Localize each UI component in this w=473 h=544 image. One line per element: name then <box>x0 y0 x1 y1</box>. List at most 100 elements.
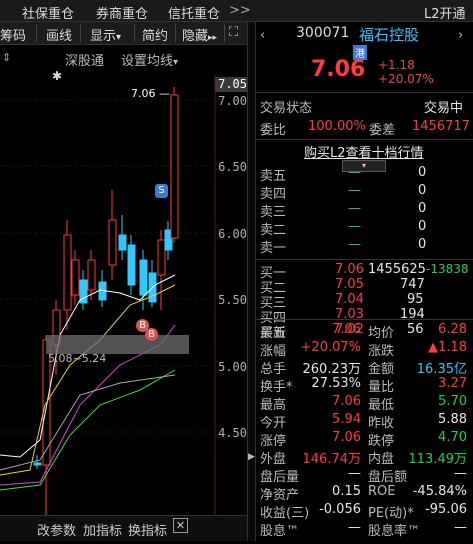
draw-line-button[interactable]: 画线 <box>46 25 72 44</box>
weicha-label: 委差 <box>369 123 396 138</box>
weibi-label: 委比 <box>260 123 287 138</box>
order-ratio-row: 委比 100.00% 委差 1456717 <box>256 118 473 138</box>
ask-price: — <box>348 165 361 180</box>
bid-delta: -13838 <box>426 262 469 276</box>
stat-value: 6.28 <box>438 322 467 337</box>
date-range-label: 5.08~5.24 <box>48 352 107 365</box>
candle-body <box>170 94 179 239</box>
ask-price: — <box>348 219 361 234</box>
y-label: 7.00 <box>218 94 247 108</box>
bid-volume: 95 <box>407 292 424 307</box>
simple-button[interactable]: 简约 <box>142 25 168 44</box>
price-change: +1.18 <box>378 58 415 72</box>
stat-row: 今开 5.94 昨收 5.88 <box>256 411 473 431</box>
stat-value: — <box>454 466 467 481</box>
ask-row: 卖三 — 0 <box>256 200 473 220</box>
price-change-pct: +20.07% <box>378 72 434 86</box>
current-price: 7.06 <box>311 57 366 82</box>
tab-trust[interactable]: 信托重仓 <box>168 3 220 22</box>
stat-label: 股息™ <box>260 524 300 539</box>
stat-value: -45.84% <box>412 484 467 499</box>
candle-body <box>127 244 136 286</box>
y-label: 5.50 <box>218 293 247 307</box>
stat-row: 收益(三) -0.056 PE(动)* -95.06 <box>256 501 473 521</box>
ask-row: 卖一 — 0 <box>256 236 473 256</box>
stat-label: ROE <box>368 484 396 499</box>
stat-row: 涨幅 +20.07% 涨跌 ▲1.18 <box>256 339 473 359</box>
stat-value: 27.53% <box>311 376 361 391</box>
candle-body <box>87 259 96 291</box>
stat-value: 7.06 <box>332 322 361 337</box>
chart-canvas <box>0 75 216 515</box>
switch-indicator-button[interactable]: 换指标 <box>128 520 167 539</box>
stat-value: — <box>454 520 467 535</box>
add-indicator-button[interactable]: 加指标 <box>83 520 122 539</box>
stat-row: 总手 260.23万 金额 16.35亿 <box>256 357 473 377</box>
close-icon[interactable]: ✕ <box>173 518 188 533</box>
stock-name: 福石控股 <box>359 26 420 44</box>
stat-value: ▲1.18 <box>428 340 467 355</box>
tab-social-security[interactable]: 社保重仓 <box>22 3 74 22</box>
ma-line-60 <box>0 369 176 491</box>
buy-signal-marker[interactable]: B <box>145 328 158 341</box>
y-label: 4.50 <box>218 426 247 440</box>
max-price-label: 7.06 <box>131 87 156 100</box>
chart-toolbar: 筹码 画线 显示▾ 简约 隐藏▸▸ ⛶ <box>0 22 251 45</box>
y-label: 6.00 <box>218 227 247 241</box>
double-chevron-icon: ▸▸ <box>208 33 218 43</box>
status-value: 交易中 <box>424 101 464 116</box>
indicator-bar: 改参数 加指标 换指标 ✕ <box>0 515 251 541</box>
more-tabs-icon[interactable]: >> <box>229 3 251 18</box>
bid-price: 7.05 <box>335 277 364 292</box>
y-label: 5.00 <box>218 360 247 374</box>
buy-l2-link[interactable]: 购买L2查看十档行情 <box>304 142 424 161</box>
l2-open-link[interactable]: L2开通 <box>424 3 466 22</box>
candle-body <box>139 259 148 296</box>
kline-chart[interactable]: ⇕ 深股通 设置均线▾ ✱ 7.05 7.00 6.50 6.00 5.50 5… <box>0 45 251 544</box>
ask-row: 卖四 — 0 <box>256 182 473 202</box>
candle-body <box>157 239 166 276</box>
weibi-value: 100.00% <box>308 119 366 134</box>
status-label: 交易状态 <box>260 101 313 116</box>
stat-row: 外盘 146.74万 内盘 113.49万 <box>256 447 473 467</box>
stat-value: -0.056 <box>319 502 361 517</box>
stat-value: — <box>348 520 361 535</box>
expand-icon[interactable]: ⛶ <box>229 25 238 40</box>
bid-volume: 747 <box>400 277 425 292</box>
display-label: 显示 <box>90 29 117 44</box>
edit-params-button[interactable]: 改参数 <box>37 520 76 539</box>
stat-value: 5.88 <box>438 412 467 427</box>
ask-volume: 0 <box>418 183 427 198</box>
weicha-value: 1456717 <box>412 119 470 134</box>
panel-divider[interactable]: ▶ <box>247 22 256 541</box>
bid-price: 7.06 <box>335 262 364 277</box>
ask-volume: 0 <box>418 219 427 234</box>
sell-signal-marker[interactable]: S <box>155 184 168 198</box>
ma-line-10 <box>0 284 176 476</box>
ask-price: — <box>348 237 361 252</box>
prev-stock-icon[interactable]: ‹ <box>260 28 265 43</box>
stat-row: 最新 7.06 均价 6.28 <box>256 321 473 341</box>
ask-price: — <box>348 201 361 216</box>
ask-row: 卖二 — 0 <box>256 218 473 238</box>
ask-volume: 0 <box>418 201 427 216</box>
chevron-down-icon: ▾ <box>116 32 122 43</box>
stat-value: 3.27 <box>438 376 467 391</box>
candle-body <box>108 219 117 266</box>
bid-price: 7.04 <box>335 292 364 307</box>
max-price-marker: 7.06 — <box>131 87 170 100</box>
tab-broker[interactable]: 券商重仓 <box>96 3 148 22</box>
candle-body <box>33 462 42 466</box>
stat-row: 最高 7.06 最低 5.70 <box>256 393 473 413</box>
candle-body <box>63 234 72 311</box>
stat-row: 涨停 7.06 跌停 4.70 <box>256 429 473 449</box>
y-label: 7.05 <box>218 77 247 91</box>
trade-status-row: 交易状态 交易中 <box>256 96 473 116</box>
chip-button[interactable]: 筹码 <box>0 25 26 44</box>
stat-row: 股息™ — 股息率™ — <box>256 519 473 539</box>
next-stock-icon[interactable]: › <box>458 28 463 43</box>
stat-value: 7.06 <box>332 430 361 445</box>
hide-button[interactable]: 隐藏▸▸ <box>182 25 217 44</box>
collapse-arrow-icon[interactable]: ▶ <box>248 452 255 462</box>
display-button[interactable]: 显示▾ <box>90 25 121 44</box>
